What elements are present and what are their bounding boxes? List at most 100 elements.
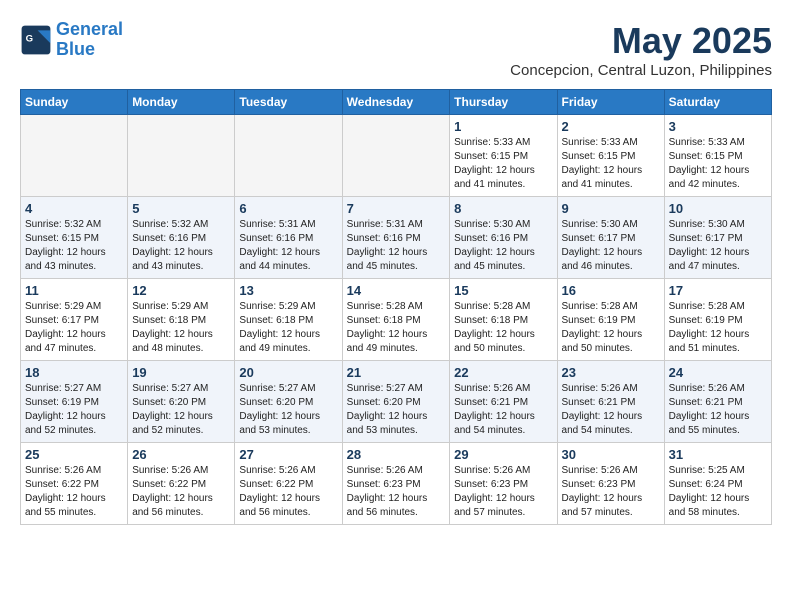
- day-info: Sunrise: 5:30 AM Sunset: 6:17 PM Dayligh…: [562, 218, 660, 274]
- day-info: Sunrise: 5:28 AM Sunset: 6:18 PM Dayligh…: [454, 300, 552, 356]
- day-number: 24: [669, 365, 767, 380]
- day-number: 8: [454, 201, 552, 216]
- week-row-2: 4 Sunrise: 5:32 AM Sunset: 6:15 PM Daylig…: [21, 197, 772, 279]
- day-info: Sunrise: 5:28 AM Sunset: 6:19 PM Dayligh…: [562, 300, 660, 356]
- calendar-cell: 18 Sunrise: 5:27 AM Sunset: 6:19 PM Dayli…: [21, 361, 128, 443]
- day-number: 14: [347, 283, 446, 298]
- calendar-cell: 20 Sunrise: 5:27 AM Sunset: 6:20 PM Dayli…: [235, 361, 342, 443]
- calendar-cell: [235, 115, 342, 197]
- day-info: Sunrise: 5:32 AM Sunset: 6:16 PM Dayligh…: [132, 218, 230, 274]
- week-row-3: 11Sunrise: 5:29 AM Sunset: 6:17 PM Dayli…: [21, 279, 772, 361]
- day-info: Sunrise: 5:27 AM Sunset: 6:20 PM Dayligh…: [347, 382, 446, 438]
- day-info: Sunrise: 5:33 AM Sunset: 6:15 PM Dayligh…: [562, 136, 660, 192]
- day-info: Sunrise: 5:26 AM Sunset: 6:23 PM Dayligh…: [347, 464, 446, 520]
- weekday-header-tuesday: Tuesday: [235, 90, 342, 115]
- weekday-header-monday: Monday: [128, 90, 235, 115]
- calendar-cell: 4 Sunrise: 5:32 AM Sunset: 6:15 PM Daylig…: [21, 197, 128, 279]
- day-number: 22: [454, 365, 552, 380]
- day-info: Sunrise: 5:31 AM Sunset: 6:16 PM Dayligh…: [347, 218, 446, 274]
- day-number: 30: [562, 447, 660, 462]
- svg-text:G: G: [26, 33, 33, 44]
- calendar-cell: 30 Sunrise: 5:26 AM Sunset: 6:23 PM Dayli…: [557, 443, 664, 525]
- calendar-cell: 3 Sunrise: 5:33 AM Sunset: 6:15 PM Daylig…: [664, 115, 771, 197]
- day-number: 7: [347, 201, 446, 216]
- day-info: Sunrise: 5:29 AM Sunset: 6:18 PM Dayligh…: [239, 300, 337, 356]
- calendar-cell: 7 Sunrise: 5:31 AM Sunset: 6:16 PM Daylig…: [342, 197, 450, 279]
- calendar-cell: 29 Sunrise: 5:26 AM Sunset: 6:23 PM Dayli…: [450, 443, 557, 525]
- calendar-cell: 21 Sunrise: 5:27 AM Sunset: 6:20 PM Dayli…: [342, 361, 450, 443]
- calendar-cell: 25Sunrise: 5:26 AM Sunset: 6:22 PM Dayli…: [21, 443, 128, 525]
- day-info: Sunrise: 5:27 AM Sunset: 6:19 PM Dayligh…: [25, 382, 123, 438]
- day-info: Sunrise: 5:25 AM Sunset: 6:24 PM Dayligh…: [669, 464, 767, 520]
- day-number: 9: [562, 201, 660, 216]
- calendar-cell: 19 Sunrise: 5:27 AM Sunset: 6:20 PM Dayli…: [128, 361, 235, 443]
- month-title: May 2025: [510, 20, 772, 62]
- weekday-header-wednesday: Wednesday: [342, 90, 450, 115]
- weekday-header-sunday: Sunday: [21, 90, 128, 115]
- calendar-cell: 16 Sunrise: 5:28 AM Sunset: 6:19 PM Dayli…: [557, 279, 664, 361]
- day-info: Sunrise: 5:26 AM Sunset: 6:23 PM Dayligh…: [454, 464, 552, 520]
- day-info: Sunrise: 5:26 AM Sunset: 6:23 PM Dayligh…: [562, 464, 660, 520]
- day-number: 26: [132, 447, 230, 462]
- day-info: Sunrise: 5:30 AM Sunset: 6:17 PM Dayligh…: [669, 218, 767, 274]
- day-info: Sunrise: 5:26 AM Sunset: 6:21 PM Dayligh…: [669, 382, 767, 438]
- calendar-cell: 2 Sunrise: 5:33 AM Sunset: 6:15 PM Daylig…: [557, 115, 664, 197]
- location-text: Concepcion, Central Luzon, Philippines: [510, 62, 772, 79]
- day-number: 20: [239, 365, 337, 380]
- logo-general: General: [56, 19, 123, 39]
- calendar-cell: 6Sunrise: 5:31 AM Sunset: 6:16 PM Daylig…: [235, 197, 342, 279]
- day-number: 21: [347, 365, 446, 380]
- day-number: 2: [562, 119, 660, 134]
- day-number: 13: [239, 283, 337, 298]
- day-number: 12: [132, 283, 230, 298]
- calendar-cell: 10 Sunrise: 5:30 AM Sunset: 6:17 PM Dayli…: [664, 197, 771, 279]
- calendar-cell: 17 Sunrise: 5:28 AM Sunset: 6:19 PM Dayli…: [664, 279, 771, 361]
- calendar-cell: 8 Sunrise: 5:30 AM Sunset: 6:16 PM Daylig…: [450, 197, 557, 279]
- day-number: 19: [132, 365, 230, 380]
- day-number: 23: [562, 365, 660, 380]
- day-number: 3: [669, 119, 767, 134]
- day-info: Sunrise: 5:33 AM Sunset: 6:15 PM Dayligh…: [669, 136, 767, 192]
- day-info: Sunrise: 5:32 AM Sunset: 6:15 PM Dayligh…: [25, 218, 123, 274]
- day-number: 16: [562, 283, 660, 298]
- calendar-cell: 28Sunrise: 5:26 AM Sunset: 6:23 PM Dayli…: [342, 443, 450, 525]
- week-row-1: 1Sunrise: 5:33 AM Sunset: 6:15 PM Daylig…: [21, 115, 772, 197]
- calendar-cell: [128, 115, 235, 197]
- day-number: 6: [239, 201, 337, 216]
- calendar-cell: [21, 115, 128, 197]
- day-info: Sunrise: 5:33 AM Sunset: 6:15 PM Dayligh…: [454, 136, 552, 192]
- calendar-cell: 13 Sunrise: 5:29 AM Sunset: 6:18 PM Dayli…: [235, 279, 342, 361]
- week-row-5: 25 Sunrise: 5:26 AM Sunset: 6:22 PM Dayli…: [21, 443, 772, 525]
- day-number: 29: [454, 447, 552, 462]
- logo-text: General Blue: [56, 20, 123, 60]
- calendar-cell: 26Sunrise: 5:26 AM Sunset: 6:22 PM Dayli…: [128, 443, 235, 525]
- logo-icon: G: [20, 24, 52, 56]
- calendar-cell: 31 Sunrise: 5:25 AM Sunset: 6:24 PM Dayli…: [664, 443, 771, 525]
- day-number: 15: [454, 283, 552, 298]
- day-number: 18: [25, 365, 123, 380]
- day-info: Sunrise: 5:27 AM Sunset: 6:20 PM Dayligh…: [132, 382, 230, 438]
- calendar-cell: 27Sunrise: 5:26 AM Sunset: 6:22 PM Dayli…: [235, 443, 342, 525]
- day-number: 17: [669, 283, 767, 298]
- day-info: Sunrise: 5:26 AM Sunset: 6:22 PM Dayligh…: [239, 464, 337, 520]
- calendar-cell: 11Sunrise: 5:29 AM Sunset: 6:17 PM Dayli…: [21, 279, 128, 361]
- weekday-header-saturday: Saturday: [664, 90, 771, 115]
- calendar-cell: 9 Sunrise: 5:30 AM Sunset: 6:17 PM Daylig…: [557, 197, 664, 279]
- day-info: Sunrise: 5:28 AM Sunset: 6:19 PM Dayligh…: [669, 300, 767, 356]
- day-info: Sunrise: 5:27 AM Sunset: 6:20 PM Dayligh…: [239, 382, 337, 438]
- day-info: Sunrise: 5:30 AM Sunset: 6:16 PM Dayligh…: [454, 218, 552, 274]
- day-number: 25: [25, 447, 123, 462]
- day-number: 5: [132, 201, 230, 216]
- day-info: Sunrise: 5:28 AM Sunset: 6:18 PM Dayligh…: [347, 300, 446, 356]
- weekday-header-friday: Friday: [557, 90, 664, 115]
- page-header: G General Blue May 2025 Concepcion, Cent…: [20, 20, 772, 79]
- calendar-cell: 15 Sunrise: 5:28 AM Sunset: 6:18 PM Dayli…: [450, 279, 557, 361]
- day-number: 10: [669, 201, 767, 216]
- calendar-cell: 5 Sunrise: 5:32 AM Sunset: 6:16 PM Daylig…: [128, 197, 235, 279]
- calendar-cell: 23Sunrise: 5:26 AM Sunset: 6:21 PM Dayli…: [557, 361, 664, 443]
- week-row-4: 18 Sunrise: 5:27 AM Sunset: 6:19 PM Dayli…: [21, 361, 772, 443]
- day-number: 4: [25, 201, 123, 216]
- title-block: May 2025 Concepcion, Central Luzon, Phil…: [510, 20, 772, 79]
- day-number: 31: [669, 447, 767, 462]
- calendar-table: SundayMondayTuesdayWednesdayThursdayFrid…: [20, 89, 772, 525]
